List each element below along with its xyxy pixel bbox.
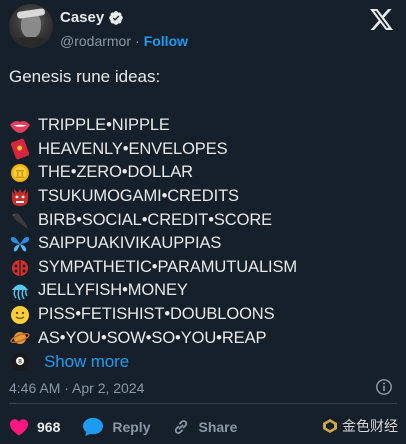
reply-button[interactable]: Reply — [82, 417, 150, 437]
divider — [9, 403, 397, 404]
rune-list: TRIPPLE•NIPPLE HEAVENLY•ENVELOPES THE•ZE… — [9, 114, 399, 374]
info-icon[interactable] — [375, 378, 393, 396]
watermark: 金色财经 — [322, 416, 398, 436]
reply-bubble-icon — [83, 417, 104, 437]
crow-emoji-icon — [9, 210, 31, 230]
lips-emoji-icon — [9, 116, 31, 136]
x-logo-icon[interactable] — [370, 9, 393, 30]
list-item: SAIPPUAKIVIKAUPPIAS — [9, 232, 399, 256]
tweet-card: Casey @rodarmor · Follow Genesis rune id… — [0, 0, 406, 444]
jellyfish-emoji-icon — [9, 281, 31, 301]
rune-name: BIRB•SOCIAL•CREDIT•SCORE — [38, 210, 273, 229]
svg-text:8: 8 — [18, 358, 22, 365]
verified-badge-icon — [109, 10, 124, 25]
red-envelope-emoji-icon — [9, 139, 31, 160]
heart-icon — [10, 419, 28, 436]
ringed-planet-emoji-icon — [9, 328, 31, 348]
like-button[interactable]: 968 — [9, 418, 60, 436]
ladybug-emoji-icon — [9, 257, 31, 277]
ogre-emoji-icon — [9, 187, 31, 207]
list-item: 8 Show more — [9, 350, 399, 374]
rune-name: JELLYFISH•MONEY — [38, 281, 188, 300]
rune-name: AS•YOU•SOW•SO•YOU•REAP — [38, 328, 267, 347]
rune-name: PISS•FETISHIST•DOUBLOONS — [38, 305, 275, 324]
avatar-shoulders — [9, 37, 53, 48]
watermark-logo-icon — [323, 419, 337, 433]
list-item: TRIPPLE•NIPPLE — [9, 114, 399, 138]
list-item: BIRB•SOCIAL•CREDIT•SCORE — [9, 208, 399, 232]
rune-name: THE•ZERO•DOLLAR — [38, 163, 193, 182]
rune-name: SAIPPUAKIVIKAUPPIAS — [38, 234, 222, 253]
smiley-emoji-icon — [9, 305, 31, 325]
author-handle-row: @rodarmor · Follow — [60, 33, 188, 49]
list-item: JELLYFISH•MONEY — [9, 279, 399, 303]
list-item: THE•ZERO•DOLLAR — [9, 161, 399, 185]
share-button[interactable]: Share — [172, 418, 237, 436]
reply-label: Reply — [112, 419, 151, 435]
rune-name: HEAVENLY•ENVELOPES — [38, 139, 228, 158]
separator-dot: · — [135, 33, 140, 49]
show-more-link[interactable]: Show more — [44, 352, 129, 372]
share-label: Share — [198, 419, 238, 435]
action-bar: 968 Reply Share — [9, 415, 259, 439]
follow-button[interactable]: Follow — [144, 33, 188, 49]
watermark-text: 金色财经 — [342, 418, 398, 434]
rune-name: TRIPPLE•NIPPLE — [38, 116, 170, 135]
coin-emoji-icon — [9, 163, 31, 183]
list-item: SYMPATHETIC•PARAMUTUALISM — [9, 256, 399, 280]
author-handle[interactable]: @rodarmor — [60, 33, 131, 49]
list-item: HEAVENLY•ENVELOPES — [9, 138, 399, 162]
rune-name: TSUKUMOGAMI•CREDITS — [38, 187, 239, 206]
butterfly-emoji-icon — [9, 234, 31, 254]
pool-8-ball-emoji-icon: 8 — [9, 352, 31, 372]
like-count: 968 — [37, 419, 61, 435]
list-item: TSUKUMOGAMI•CREDITS — [9, 185, 399, 209]
list-item: PISS•FETISHIST•DOUBLOONS — [9, 303, 399, 327]
share-link-icon — [175, 420, 188, 434]
author-name[interactable]: Casey — [60, 9, 104, 26]
author-name-row: Casey — [60, 9, 124, 26]
post-timestamp[interactable]: 4:46 AM · Apr 2, 2024 — [9, 380, 144, 396]
post-headline: Genesis rune ideas: — [9, 67, 161, 86]
avatar[interactable] — [9, 4, 53, 48]
list-item: AS•YOU•SOW•SO•YOU•REAP — [9, 326, 399, 350]
rune-name: SYMPATHETIC•PARAMUTUALISM — [38, 257, 298, 276]
